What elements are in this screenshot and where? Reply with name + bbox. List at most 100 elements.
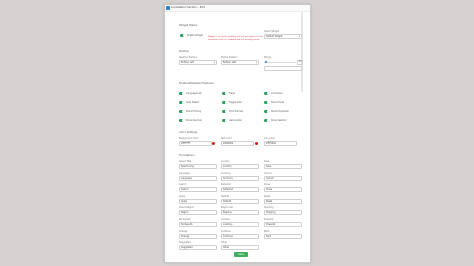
translation-input[interactable]: Change (179, 233, 217, 239)
feature-toggle[interactable] (264, 101, 270, 104)
translation-input[interactable]: Default (221, 198, 259, 204)
feature-toggle[interactable] (179, 92, 185, 95)
translation-input[interactable]: No Results (179, 222, 217, 227)
feature-toggle[interactable] (222, 110, 228, 113)
margin-input[interactable] (264, 66, 302, 71)
feature-toggle[interactable] (179, 110, 185, 113)
translation-input[interactable]: Reset (264, 198, 302, 204)
translation-label: Other (221, 241, 228, 245)
widget-layout-value: Default Widget (266, 35, 283, 38)
feature-toggle[interactable] (264, 92, 270, 95)
feature-label: Show Selector (271, 119, 287, 122)
translation-input[interactable]: Apply (179, 198, 217, 204)
mobile-position-value: Bottom Left (223, 61, 236, 64)
mobile-position-label: Mobile Position (221, 56, 238, 59)
translation-label: Country (221, 160, 230, 163)
translation-input[interactable]: Continue (221, 233, 259, 239)
chevron-down-icon: ▾ (255, 61, 257, 64)
text-color-input[interactable]: #000000 (221, 141, 254, 146)
translation-label: Continue (221, 229, 231, 233)
translation-label: Detected (221, 183, 232, 187)
chevron-down-icon: ▾ (213, 61, 215, 64)
desktop-position-label: Desktop Position (179, 56, 198, 59)
feature-label: Round Pricing (186, 110, 201, 113)
translation-input[interactable]: Region (179, 210, 217, 216)
translation-input[interactable]: Other (221, 245, 259, 251)
section-title-widget-status: Widget Status (179, 24, 198, 27)
feature-toggle[interactable] (264, 119, 270, 122)
color-swatch[interactable] (212, 142, 215, 145)
feature-label: Language List (186, 92, 202, 95)
translation-label: Select Region (179, 206, 194, 210)
app-icon (166, 6, 170, 10)
margin-slider-handle[interactable] (265, 61, 267, 63)
section-title-translations: Translations (179, 154, 195, 157)
widget-warning-line-2: storefront until it is enabled and the s… (208, 39, 260, 41)
feature-toggle[interactable] (222, 101, 228, 104)
section-title-features: Enabled/Disabled Features (179, 82, 214, 85)
translation-label: Cancel (264, 171, 272, 175)
color-swatch[interactable] (255, 142, 258, 145)
widget-layout-label: Select Widget (264, 30, 280, 33)
translation-input[interactable]: Country (221, 164, 259, 169)
feature-label: Show Decimal (186, 119, 202, 122)
translation-label: Close (264, 183, 270, 187)
translation-label: Save (264, 160, 270, 163)
translation-label: Currency (221, 171, 231, 175)
background-color-input[interactable]: #FFFFFF (179, 141, 212, 146)
feature-label: Geolocation (229, 119, 243, 122)
feature-label: Toggle View (229, 101, 242, 104)
translation-input[interactable]: Close (264, 187, 302, 193)
translation-label: Back (264, 229, 270, 233)
save-button[interactable]: Save (234, 252, 248, 257)
widget-layout-select[interactable]: Default Widget ▾ (264, 34, 302, 39)
feature-toggle[interactable] (222, 119, 228, 122)
translation-input[interactable]: Back (264, 233, 302, 239)
chevron-down-icon: ▾ (298, 35, 300, 38)
icon-color-input[interactable]: #FF0000 (264, 141, 297, 146)
settings-window: Localization Section – Edit Widget Statu… (164, 4, 311, 263)
translation-label: Shipping (264, 206, 274, 210)
translation-label: Powered (264, 218, 274, 221)
feature-label: Price Format (229, 110, 243, 113)
translation-input[interactable]: Currency (221, 175, 259, 181)
feature-label: Auto Detect (186, 101, 200, 104)
color-label: Icon Color (264, 137, 275, 140)
translation-label: No Results (179, 218, 191, 221)
translation-input[interactable]: Regions (221, 210, 259, 216)
feature-toggle[interactable] (222, 92, 228, 95)
desktop-position-select[interactable]: Bottom Left ▾ (179, 60, 217, 65)
translation-input[interactable]: Loading... (221, 222, 259, 227)
feature-label: Flags (229, 92, 235, 95)
translation-input[interactable]: Cancel (264, 175, 302, 181)
margin-value: 20 (297, 60, 303, 65)
margin-slider[interactable] (264, 62, 296, 63)
mobile-position-select[interactable]: Bottom Left ▾ (221, 60, 259, 65)
scrollbar[interactable] (301, 12, 303, 92)
translation-input[interactable]: Detected (221, 187, 259, 193)
translation-input[interactable]: Save (264, 164, 302, 169)
translation-input[interactable]: Shipping (264, 210, 302, 216)
feature-toggle[interactable] (179, 119, 185, 122)
feature-toggle[interactable] (264, 110, 270, 113)
translation-label: Reset (264, 194, 271, 198)
enable-widget-toggle[interactable] (180, 34, 186, 37)
translation-input[interactable]: Powered (264, 222, 302, 227)
feature-label: Show Dropdown (271, 110, 289, 113)
title-bar: Localization Section – Edit (165, 5, 310, 12)
section-title-position: Position (179, 50, 190, 53)
translation-input[interactable]: Suggested (179, 245, 217, 251)
translation-input[interactable]: Language (179, 175, 217, 181)
feature-toggle[interactable] (179, 101, 185, 104)
color-label: Background Color (179, 137, 199, 140)
color-label: Text Color (221, 137, 232, 140)
feature-label: Currencies (271, 92, 283, 95)
translation-label: Suggested (179, 241, 191, 245)
translation-label: Region List (221, 206, 234, 210)
translation-label: Select Title (179, 160, 192, 163)
translation-input[interactable]: Search (179, 187, 217, 193)
feature-label: Show Prices (271, 101, 285, 104)
enable-widget-label: Enable Widget (187, 34, 203, 37)
window-title: Localization Section – Edit (171, 6, 205, 9)
translation-input[interactable]: Select Lang (179, 164, 217, 169)
